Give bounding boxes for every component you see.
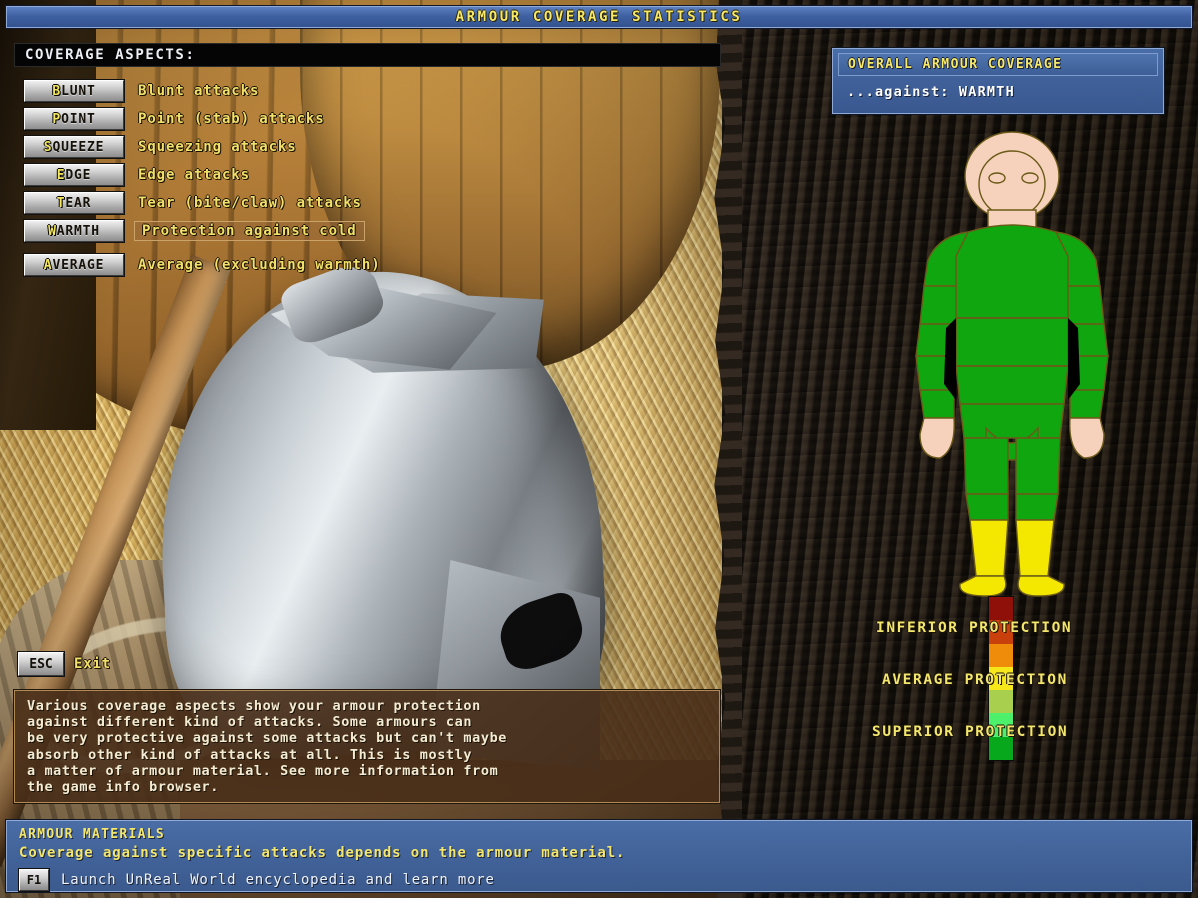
bottom-info-title: ARMOUR MATERIALS (19, 827, 166, 842)
window-title-bar: ARMOUR COVERAGE STATISTICS (5, 5, 1193, 29)
bottom-info-text: Coverage against specific attacks depend… (19, 845, 626, 861)
aspect-key-tear[interactable]: T EAR (23, 191, 125, 215)
key-rest: EAR (65, 195, 92, 211)
exit-control[interactable]: ESC Exit (17, 651, 111, 677)
exit-label: Exit (74, 656, 111, 672)
left-hand (919, 417, 955, 459)
left-forearm2 (919, 389, 955, 419)
overall-coverage-title: OVERALL ARMOUR COVERAGE (848, 57, 1063, 72)
legend-label-inferior: INFERIOR PROTECTION (876, 620, 1073, 636)
body-diagram-svg (915, 131, 1109, 597)
aspect-row-average[interactable]: A VERAGE Average (excluding warmth) (23, 253, 714, 277)
key-rest: ARMTH (56, 223, 100, 239)
aspect-label-edge: Edge attacks (138, 167, 250, 183)
aspect-row-edge[interactable]: E DGE Edge attacks (23, 163, 714, 187)
aspect-row-tear[interactable]: T EAR Tear (bite/claw) attacks (23, 191, 714, 215)
f1-shortcut-label: Launch UnReal World encyclopedia and lea… (61, 872, 495, 888)
right-foot (1017, 575, 1065, 597)
aspect-row-blunt[interactable]: B LUNT Blunt attacks (23, 79, 714, 103)
face-shape (978, 150, 1046, 218)
aspect-label-average: Average (excluding warmth) (138, 257, 381, 273)
hotkey-letter: S (43, 139, 53, 155)
scale-segment-0 (989, 597, 1013, 621)
description-box: Various coverage aspects show your armou… (13, 689, 721, 804)
aspect-label-blunt: Blunt attacks (138, 83, 260, 99)
key-rest: OINT (61, 111, 96, 127)
hip (959, 403, 1065, 439)
eye-left (988, 172, 1006, 184)
left-thigh (963, 437, 1009, 495)
hotkey-letter: E (56, 167, 66, 183)
overall-armour-coverage-panel: OVERALL ARMOUR COVERAGE ...against: WARM… (831, 47, 1165, 115)
hotkey-letter: A (43, 257, 53, 273)
right-upper-arm (1067, 285, 1105, 325)
right-calf (1015, 519, 1055, 577)
hotkey-letter: B (52, 83, 62, 99)
bottom-info-bar: ARMOUR MATERIALS Coverage against specif… (5, 819, 1193, 893)
leg-gap (1008, 444, 1016, 596)
coverage-aspects-header: COVERAGE ASPECTS: (14, 43, 721, 67)
aspect-key-average[interactable]: A VERAGE (23, 253, 125, 277)
description-text: Various coverage aspects show your armou… (27, 698, 508, 796)
aspect-key-squeeze[interactable]: S QUEEZE (23, 135, 125, 159)
esc-key-badge[interactable]: ESC (17, 651, 65, 677)
aspect-label-warmth: Protection against cold (134, 221, 365, 241)
scale-segment-4 (989, 690, 1013, 714)
overall-coverage-title-bar: OVERALL ARMOUR COVERAGE (838, 53, 1158, 76)
aspect-key-point[interactable]: P OINT (23, 107, 125, 131)
scale-segment-6 (989, 736, 1013, 760)
left-knee (965, 493, 1009, 521)
scale-segment-2 (989, 643, 1013, 667)
left-calf (969, 519, 1009, 577)
right-thigh (1015, 437, 1061, 495)
coverage-aspects-list: B LUNT Blunt attacks P OINT Point (stab) a… (23, 79, 714, 281)
game-screen: ARMOUR COVERAGE STATISTICS COVERAGE ASPE… (0, 0, 1198, 898)
aspect-key-blunt[interactable]: B LUNT (23, 79, 125, 103)
aspect-label-tear: Tear (bite/claw) attacks (138, 195, 362, 211)
key-rest: LUNT (61, 83, 96, 99)
right-knee (1015, 493, 1059, 521)
torso-upper (955, 224, 1069, 319)
left-upper-arm (919, 285, 957, 325)
right-forearm2 (1069, 389, 1105, 419)
encyclopedia-shortcut[interactable]: F1 Launch UnReal World encyclopedia and … (18, 868, 1179, 892)
page-title: ARMOUR COVERAGE STATISTICS (455, 9, 743, 25)
hotkey-letter: T (56, 195, 66, 211)
hotkey-letter: W (48, 223, 57, 239)
coverage-aspects-header-label: COVERAGE ASPECTS: (25, 47, 196, 63)
key-rest: QUEEZE (52, 139, 105, 155)
legend-label-average: AVERAGE PROTECTION (882, 672, 1068, 688)
key-rest: VERAGE (52, 257, 105, 273)
overall-coverage-against: ...against: WARMTH (847, 84, 1015, 100)
eye-right (1021, 172, 1039, 184)
abdomen (955, 365, 1069, 405)
aspect-key-edge[interactable]: E DGE (23, 163, 125, 187)
protection-legend: INFERIOR PROTECTION AVERAGE PROTECTION S… (862, 596, 1152, 766)
aspect-row-squeeze[interactable]: S QUEEZE Squeezing attacks (23, 135, 714, 159)
aspect-label-squeeze: Squeezing attacks (138, 139, 297, 155)
body-coverage-figure[interactable] (862, 128, 1162, 598)
aspect-row-warmth[interactable]: W ARMTH Protection against cold (23, 219, 714, 243)
right-hand (1069, 417, 1105, 459)
legend-label-superior: SUPERIOR PROTECTION (872, 724, 1069, 740)
f1-key-badge[interactable]: F1 (18, 868, 50, 892)
aspect-label-point: Point (stab) attacks (138, 111, 325, 127)
key-rest: DGE (65, 167, 92, 183)
hotkey-letter: P (52, 111, 62, 127)
aspect-row-point[interactable]: P OINT Point (stab) attacks (23, 107, 714, 131)
left-foot (959, 575, 1007, 597)
aspect-key-warmth[interactable]: W ARMTH (23, 219, 125, 243)
torso-mid (955, 317, 1069, 367)
